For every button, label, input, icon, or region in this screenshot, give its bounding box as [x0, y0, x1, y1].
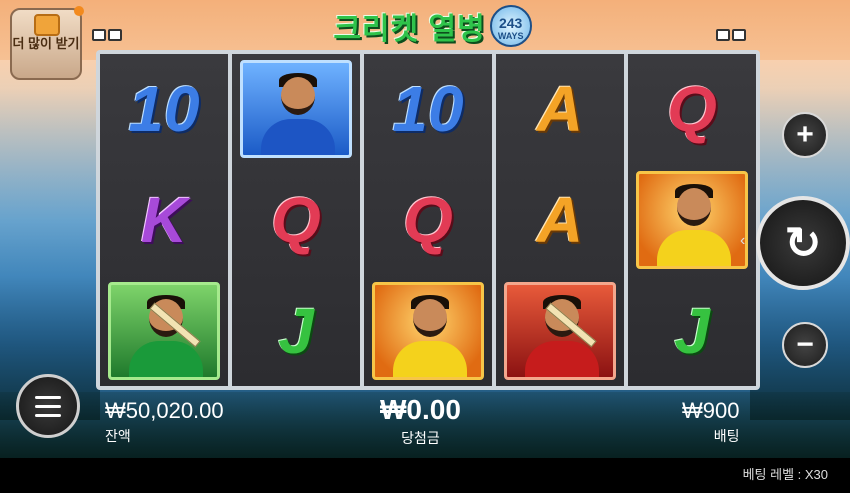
ways-badge: 243 WAYS: [489, 5, 532, 47]
reel-cell: [104, 278, 224, 383]
reel-cell: J: [632, 278, 752, 383]
game-logo: 크리켓 열병 243 WAYS: [325, 2, 540, 50]
bet-level-text: 베팅 레벨 : X30: [742, 467, 828, 482]
player-yellow-icon: [636, 170, 748, 269]
reel-cell: A: [500, 57, 620, 162]
player-jersey: [525, 340, 599, 377]
hamburger-icon: [35, 395, 61, 399]
spin-arrow-icon: ‹: [740, 232, 746, 249]
bet-label: 배팅: [713, 428, 740, 444]
symbol-a-icon: A: [536, 73, 584, 146]
reel-cell: 10: [104, 57, 224, 162]
refresh-icon: ↻: [784, 218, 822, 268]
increase-bet-button[interactable]: +: [782, 112, 828, 158]
minus-icon: −: [796, 328, 814, 361]
reel-cell: [500, 278, 620, 383]
reel-2: QJ: [232, 54, 360, 386]
symbol-j-icon: J: [674, 294, 710, 367]
reel-5: QJ: [628, 54, 756, 386]
win-label: 당첨금: [401, 430, 440, 446]
reel-cell: J: [236, 278, 356, 383]
reel-cell: A: [500, 167, 620, 272]
player-head: [677, 187, 711, 226]
bet-display: ₩900 배팅: [682, 398, 739, 446]
player-red-icon: [504, 281, 616, 380]
gift-icon: [34, 14, 60, 36]
reel-cell: 10: [368, 57, 488, 162]
stadium-left-background: [0, 60, 100, 420]
spin-button[interactable]: ↻: [756, 196, 850, 290]
player-jersey: [657, 229, 731, 266]
player-head: [413, 298, 447, 337]
balance-label: 잔액: [105, 428, 131, 444]
reel-cell: Q: [236, 167, 356, 272]
logo-title: 크리켓 열병: [333, 13, 486, 46]
hamburger-icon-line: [35, 404, 61, 408]
win-display: ₩0.00 당첨금: [380, 394, 461, 448]
reel-cell: [368, 278, 488, 383]
symbol-a-icon: A: [536, 183, 584, 256]
reel-grid: 10 K Q J 10 Q A A Q J: [96, 50, 760, 390]
balance-value: ₩50,020.00: [105, 398, 224, 423]
ways-number: 243: [498, 15, 523, 31]
win-value: ₩0.00: [380, 394, 461, 425]
reel-cell: [632, 167, 752, 272]
ways-label: WAYS: [497, 31, 524, 41]
floodlight-right: [716, 28, 750, 44]
hamburger-icon-line: [35, 413, 61, 417]
decrease-bet-button[interactable]: −: [782, 322, 828, 368]
menu-button[interactable]: [16, 374, 80, 438]
symbol-10-icon: 10: [392, 73, 464, 146]
player-yellow-icon: [372, 281, 484, 380]
balance-display: ₩50,020.00 잔액: [105, 398, 224, 446]
batsman-green-icon: [108, 281, 220, 380]
player-jersey: [129, 340, 203, 377]
buy-bonus-button[interactable]: 더 많이 받기: [10, 6, 84, 80]
symbol-q-icon: Q: [403, 183, 453, 256]
symbol-j-icon: J: [278, 294, 314, 367]
symbol-k-icon: K: [140, 183, 188, 256]
reel-cell: Q: [368, 167, 488, 272]
player-jersey: [261, 119, 335, 156]
player-jersey: [393, 340, 467, 377]
floodlight-left: [92, 28, 126, 44]
plus-icon: +: [796, 118, 814, 151]
symbol-q-icon: Q: [667, 73, 717, 146]
bet-value: ₩900: [682, 398, 740, 423]
reel-cell: K: [104, 167, 224, 272]
player-head: [281, 77, 315, 116]
buy-bonus-label: 더 많이 받기: [12, 36, 80, 51]
reel-1: 10 K: [100, 54, 228, 386]
reel-cell: Q: [632, 57, 752, 162]
symbol-10-icon: 10: [128, 73, 200, 146]
player-blue-icon: [240, 60, 352, 159]
footer-bar: [0, 458, 850, 493]
reel-3: 10 Q: [364, 54, 492, 386]
notification-dot: [74, 6, 84, 16]
symbol-q-icon: Q: [271, 183, 321, 256]
reel-4: AA: [496, 54, 624, 386]
reel-cell: [236, 57, 356, 162]
